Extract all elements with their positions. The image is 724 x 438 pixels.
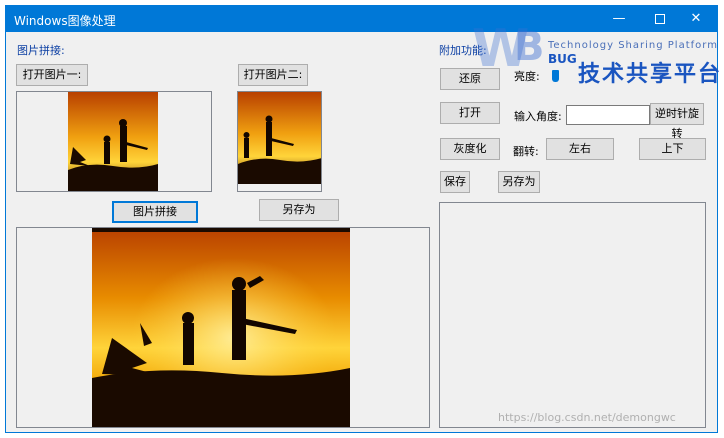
watermark-url: https://blog.csdn.net/demongwc xyxy=(498,411,676,424)
right-save-as-button[interactable]: 另存为 xyxy=(498,171,540,193)
platform-logo: W B Technology Sharing Platform BUG 技术共享… xyxy=(470,14,720,87)
stitch-save-as-button[interactable]: 另存为 xyxy=(259,199,339,221)
stitched-picture xyxy=(92,228,350,427)
logo-tagline: Technology Sharing Platform xyxy=(548,40,718,51)
logo-cn-name: 技术共享平台 xyxy=(578,62,723,87)
grayscale-button[interactable]: 灰度化 xyxy=(440,138,500,160)
svg-text:B: B xyxy=(514,24,545,70)
image1-picture xyxy=(68,92,158,191)
rotate-ccw-button[interactable]: 逆时针旋转 xyxy=(650,103,704,140)
open-image2-button[interactable]: 打开图片二: xyxy=(238,64,308,86)
open-image1-button[interactable]: 打开图片一: xyxy=(16,64,88,86)
image2-picture xyxy=(238,92,321,184)
logo-bug-text: BUG xyxy=(548,52,577,66)
open-button[interactable]: 打开 xyxy=(440,102,500,124)
result-image-box xyxy=(439,202,706,428)
save-button[interactable]: 保存 xyxy=(440,171,470,193)
flip-label: 翻转: xyxy=(513,145,539,158)
wb-logo-icon: W B xyxy=(472,19,545,79)
flip-left-right-button[interactable]: 左右 xyxy=(546,138,614,160)
image1-box xyxy=(16,91,212,192)
image2-box xyxy=(237,91,322,192)
angle-label: 输入角度: xyxy=(514,110,562,123)
angle-input[interactable] xyxy=(566,105,650,125)
flip-up-down-button[interactable]: 上下 xyxy=(639,138,706,160)
stitch-section-label: 图片拼接: xyxy=(17,44,65,57)
stitch-button[interactable]: 图片拼接 xyxy=(112,201,198,223)
stitched-image-box xyxy=(16,227,430,428)
window-title: Windows图像处理 xyxy=(14,14,116,28)
